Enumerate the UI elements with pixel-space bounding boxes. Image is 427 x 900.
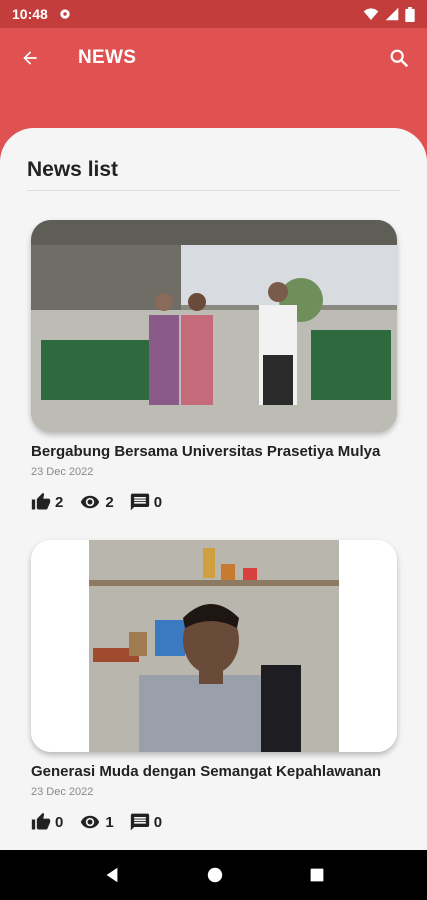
like-button[interactable]: 2 (31, 492, 63, 512)
section-title: News list (27, 158, 119, 181)
page-title: NEWS (78, 47, 137, 68)
views-stat: 2 (79, 492, 114, 512)
content-sheet: News list Bergabung Bersama Universitas … (0, 128, 427, 850)
search-icon (390, 49, 409, 68)
news-title[interactable]: Generasi Muda dengan Semangat Kepahlawan… (31, 763, 397, 780)
comments-count: 0 (153, 813, 163, 831)
views-count: 2 (105, 493, 114, 511)
news-card[interactable]: Generasi Muda dengan Semangat Kepahlawan… (31, 540, 397, 832)
comments-button[interactable]: 0 (130, 812, 162, 832)
news-image[interactable] (31, 220, 397, 432)
news-image[interactable] (31, 540, 397, 752)
comments-count: 0 (153, 493, 163, 511)
news-stats: 2 2 0 (31, 492, 397, 512)
chat-bubble-icon (130, 493, 149, 511)
thumb-up-icon (31, 812, 51, 830)
news-stats: 0 1 0 (31, 812, 397, 832)
back-triangle-icon[interactable] (103, 866, 121, 884)
views-count: 1 (105, 813, 114, 831)
news-date: 23 Dec 2022 (31, 786, 94, 798)
eye-icon (81, 815, 100, 829)
back-button[interactable] (0, 28, 60, 88)
status-time: 10:48 (12, 6, 48, 22)
home-circle-icon[interactable] (206, 866, 224, 884)
views-stat: 1 (79, 812, 114, 832)
like-button[interactable]: 0 (31, 812, 63, 832)
news-card[interactable]: Bergabung Bersama Universitas Prasetiya … (31, 220, 397, 512)
news-date: 23 Dec 2022 (31, 466, 94, 478)
divider (27, 190, 400, 191)
arrow-left-icon (23, 51, 37, 65)
chat-bubble-icon (130, 813, 149, 831)
like-count: 2 (55, 493, 64, 511)
settings-icon (60, 9, 70, 19)
battery-icon (405, 6, 415, 22)
search-button[interactable] (371, 28, 427, 88)
signal-icon (385, 7, 399, 21)
thumb-up-icon (31, 492, 51, 510)
status-bar: 10:48 (0, 0, 427, 28)
recents-square-icon[interactable] (309, 867, 325, 883)
system-nav-bar (0, 850, 427, 900)
comments-button[interactable]: 0 (130, 492, 162, 512)
news-title[interactable]: Bergabung Bersama Universitas Prasetiya … (31, 443, 397, 460)
eye-icon (81, 495, 100, 509)
wifi-icon (363, 8, 379, 20)
app-bar: NEWS (0, 28, 427, 88)
like-count: 0 (55, 813, 64, 831)
